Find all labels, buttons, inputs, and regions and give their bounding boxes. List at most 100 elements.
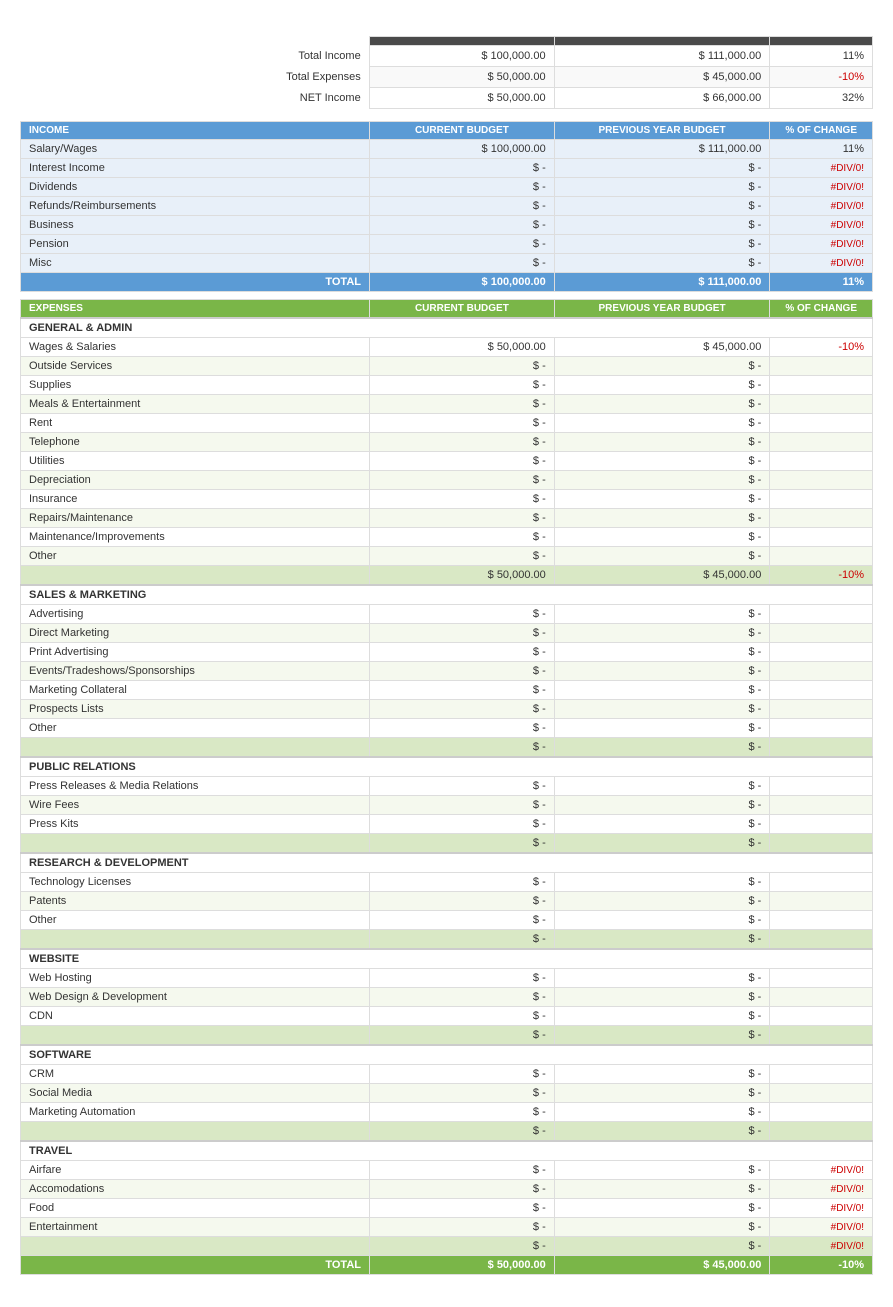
expense-row-prev: $ - [554,988,770,1007]
expense-row-prev: $ - [554,815,770,834]
expenses-header-current: CURRENT BUDGET [370,300,555,319]
expenses-total-current: $ 50,000.00 [370,1256,555,1275]
expense-row-label: Maintenance/Improvements [21,528,370,547]
subtotal-change [770,834,873,854]
expense-row-label: Supplies [21,376,370,395]
income-row-change: 11% [770,140,873,159]
income-row-label: Salary/Wages [21,140,370,159]
expense-row-current: $ - [370,528,555,547]
income-row-prev: $ 111,000.00 [554,140,770,159]
expense-row-change [770,452,873,471]
expense-row-change [770,1084,873,1103]
expense-row-prev: $ - [554,777,770,796]
subsection-label: PUBLIC RELATIONS [21,757,873,777]
income-row-label: Pension [21,235,370,254]
expense-row-label: Press Kits [21,815,370,834]
expense-row-change: -10% [770,338,873,357]
main-table: INCOMECURRENT BUDGETPREVIOUS YEAR BUDGET… [20,121,873,1275]
expense-row-label: Repairs/Maintenance [21,509,370,528]
expense-row-current: $ - [370,815,555,834]
summary-table: Total Income $ 100,000.00 $ 111,000.00 1… [20,36,873,109]
expense-row-current: $ - [370,414,555,433]
expense-row-current: $ - [370,719,555,738]
expense-row-label: Entertainment [21,1218,370,1237]
summary-label: Total Income [20,46,369,67]
summary-change: 11% [770,46,873,67]
expense-row-current: $ - [370,700,555,719]
expenses-total-label: TOTAL [21,1256,370,1275]
expense-row-current: $ - [370,624,555,643]
income-row-prev: $ - [554,235,770,254]
summary-header-prev [554,37,770,46]
expense-row-label: Advertising [21,605,370,624]
subtotal-change [770,1122,873,1142]
expense-row-current: $ - [370,547,555,566]
expense-row-current: $ - [370,796,555,815]
expense-row-change [770,969,873,988]
subtotal-current: $ - [370,1026,555,1046]
expenses-section-header: EXPENSES [21,300,370,319]
expense-row-current: $ - [370,988,555,1007]
summary-change: -10% [770,67,873,88]
income-row-label: Interest Income [21,159,370,178]
expense-row-change [770,433,873,452]
expense-row-prev: $ - [554,796,770,815]
expense-row-change [770,988,873,1007]
expense-row-current: $ - [370,1065,555,1084]
expense-row-change [770,777,873,796]
expense-row-current: $ 50,000.00 [370,338,555,357]
expense-row-current: $ - [370,509,555,528]
expense-row-label: Airfare [21,1161,370,1180]
summary-header-change [770,37,873,46]
income-header-change: % OF CHANGE [770,122,873,140]
income-row-change: #DIV/0! [770,159,873,178]
subsection-label: RESEARCH & DEVELOPMENT [21,853,873,873]
expense-row-prev: $ - [554,1180,770,1199]
subsection-label: SALES & MARKETING [21,585,873,605]
subtotal-current: $ 50,000.00 [370,566,555,586]
subtotal-change [770,738,873,758]
expense-row-current: $ - [370,452,555,471]
summary-label: NET Income [20,88,369,109]
expense-row-prev: $ - [554,1161,770,1180]
expense-row-prev: $ - [554,376,770,395]
subtotal-change [770,1026,873,1046]
subtotal-prev: $ - [554,834,770,854]
expense-row-prev: $ - [554,433,770,452]
income-row-current: $ - [370,159,555,178]
expense-row-change [770,414,873,433]
expense-row-prev: $ - [554,681,770,700]
income-total-current: $ 100,000.00 [370,273,555,292]
expenses-total-change: -10% [770,1256,873,1275]
expense-row-change [770,471,873,490]
subtotal-label [21,1122,370,1142]
expense-row-label: Web Hosting [21,969,370,988]
expense-row-label: Patents [21,892,370,911]
expense-row-label: Direct Marketing [21,624,370,643]
expense-row-prev: $ - [554,509,770,528]
expense-row-prev: $ - [554,892,770,911]
expense-row-change [770,490,873,509]
subtotal-label [21,738,370,758]
expense-row-label: Meals & Entertainment [21,395,370,414]
expense-row-current: $ - [370,681,555,700]
expense-row-change [770,662,873,681]
income-section-header: INCOME [21,122,370,140]
expense-row-prev: $ - [554,719,770,738]
subsection-label: WEBSITE [21,949,873,969]
subtotal-prev: $ 45,000.00 [554,566,770,586]
expense-row-label: Other [21,547,370,566]
expense-row-prev: $ - [554,1218,770,1237]
income-row-current: $ 100,000.00 [370,140,555,159]
expense-row-change [770,873,873,892]
subtotal-prev: $ - [554,1026,770,1046]
expense-row-label: Depreciation [21,471,370,490]
summary-change: 32% [770,88,873,109]
expense-row-prev: $ - [554,547,770,566]
expense-row-current: $ - [370,1199,555,1218]
income-row-current: $ - [370,235,555,254]
expense-row-label: Other [21,911,370,930]
income-row-label: Refunds/Reimbursements [21,197,370,216]
expense-row-prev: $ - [554,1103,770,1122]
subtotal-label [21,834,370,854]
